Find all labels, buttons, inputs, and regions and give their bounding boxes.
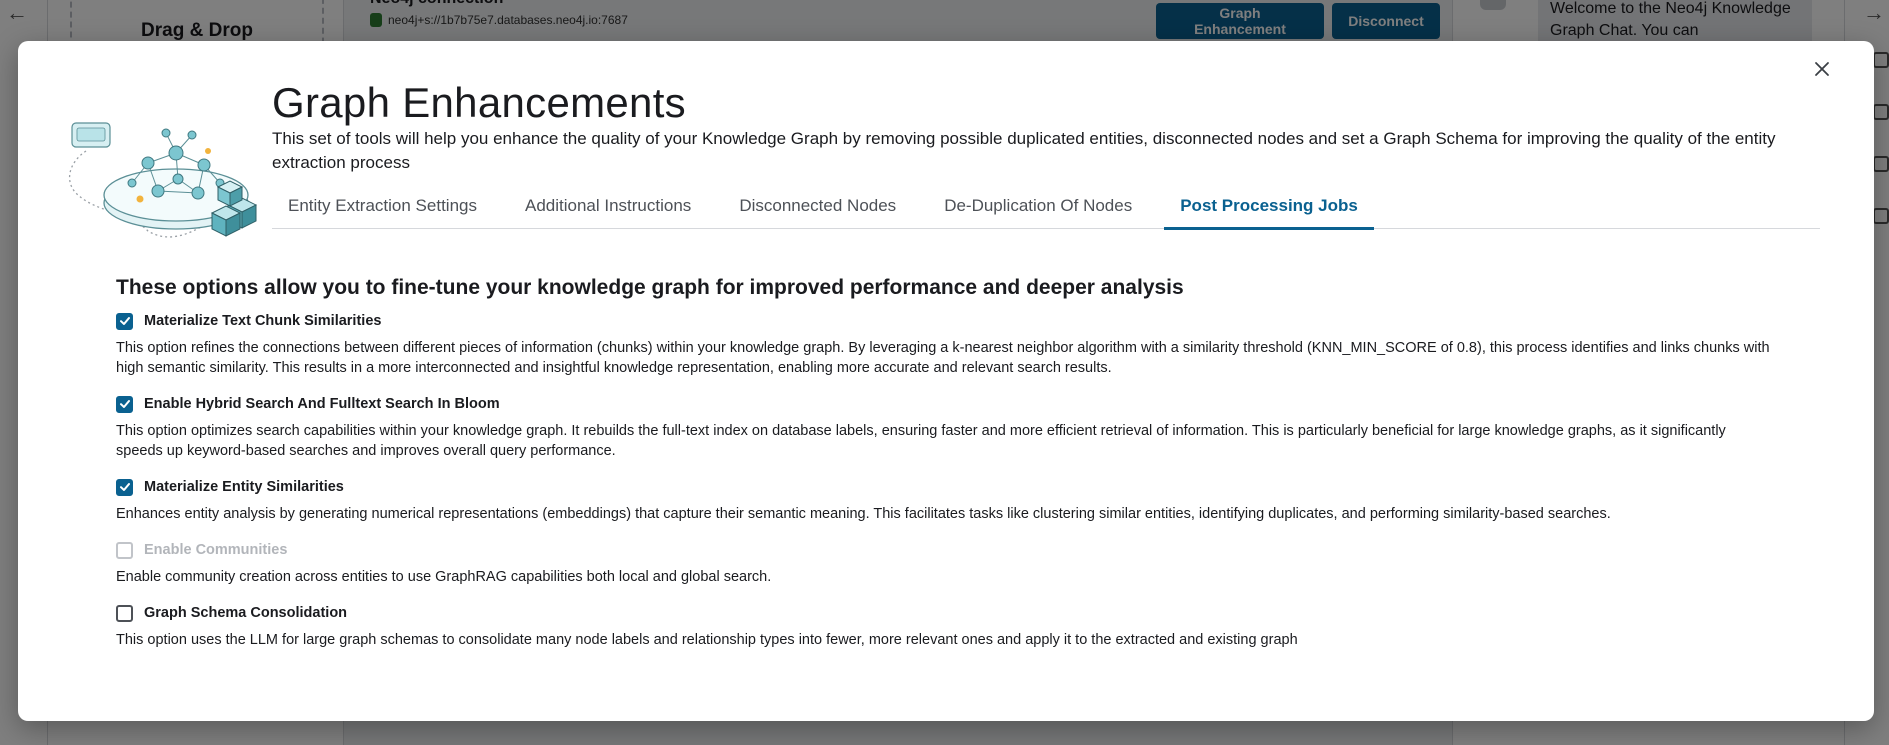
option-description: This option refines the connections betw… xyxy=(116,340,1770,376)
option-description: Enhances entity analysis by generating n… xyxy=(116,506,1611,522)
option-hybrid-search: Enable Hybrid Search And Fulltext Search… xyxy=(116,393,1776,461)
option-communities: Enable Communities Enable community crea… xyxy=(116,539,1776,587)
close-icon[interactable] xyxy=(1808,55,1836,83)
knowledge-graph-illustration-icon xyxy=(68,122,258,238)
panel-intro: These options allow you to fine-tune you… xyxy=(116,276,1184,299)
option-description: This option optimizes search capabilitie… xyxy=(116,423,1726,459)
tab-entity-extraction-settings[interactable]: Entity Extraction Settings xyxy=(272,189,493,229)
graph-schema-consolidation-checkbox[interactable] xyxy=(116,604,133,622)
text-chunk-similarities-checkbox[interactable] xyxy=(116,312,133,330)
entity-similarities-checkbox[interactable] xyxy=(116,478,133,496)
option-graph-schema-consolidation: Graph Schema Consolidation This option u… xyxy=(116,602,1776,650)
option-label[interactable]: Enable Hybrid Search And Fulltext Search… xyxy=(144,396,500,412)
post-processing-panel: These options allow you to fine-tune you… xyxy=(116,276,1776,665)
dialog-title: Graph Enhancements xyxy=(272,79,686,126)
option-description: This option uses the LLM for large graph… xyxy=(116,632,1298,648)
tab-disconnected-nodes[interactable]: Disconnected Nodes xyxy=(723,189,912,229)
tab-de-duplication-of-nodes[interactable]: De-Duplication Of Nodes xyxy=(928,189,1148,229)
option-description: Enable community creation across entitie… xyxy=(116,569,772,585)
option-label[interactable]: Graph Schema Consolidation xyxy=(144,605,347,621)
option-text-chunk-similarities: Materialize Text Chunk Similarities This… xyxy=(116,310,1776,378)
hybrid-search-checkbox[interactable] xyxy=(116,395,133,413)
option-label[interactable]: Materialize Entity Similarities xyxy=(144,479,344,495)
tab-additional-instructions[interactable]: Additional Instructions xyxy=(509,189,707,229)
enhancement-tabs: Entity Extraction Settings Additional In… xyxy=(272,189,1820,230)
communities-checkbox xyxy=(116,541,133,559)
option-label: Enable Communities xyxy=(144,542,288,558)
dialog-description: This set of tools will help you enhance … xyxy=(272,129,1776,172)
tab-post-processing-jobs[interactable]: Post Processing Jobs xyxy=(1164,189,1374,230)
option-entity-similarities: Materialize Entity Similarities Enhances… xyxy=(116,476,1776,524)
option-label[interactable]: Materialize Text Chunk Similarities xyxy=(144,313,381,329)
